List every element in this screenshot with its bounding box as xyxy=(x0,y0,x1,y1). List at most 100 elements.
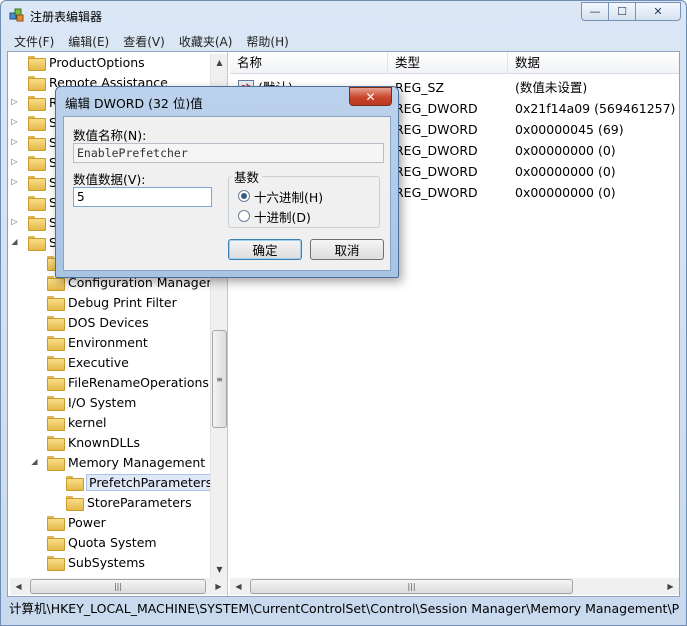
menu-view[interactable]: 查看(V) xyxy=(116,33,172,50)
tree-item[interactable]: ▷ R xyxy=(8,92,58,112)
value-type: REG_DWORD xyxy=(395,185,478,200)
scroll-up-icon[interactable]: ▲ xyxy=(211,54,227,71)
radio-dec-indicator[interactable] xyxy=(238,210,250,222)
expand-arrow-icon[interactable]: ▷ xyxy=(10,217,19,226)
tree-item[interactable]: ◢ S xyxy=(8,232,57,252)
minimize-button[interactable]: — xyxy=(581,2,608,21)
radio-decimal[interactable]: 十进制(D) xyxy=(238,207,311,225)
tree-item[interactable]: SubSystems xyxy=(8,552,145,572)
tree-item-label: Executive xyxy=(68,354,129,370)
folder-icon xyxy=(47,455,65,471)
tree-item-label: Debug Print Filter xyxy=(68,294,177,310)
expand-arrow-icon[interactable]: ▷ xyxy=(10,157,19,166)
maximize-button[interactable]: ☐ xyxy=(608,2,635,21)
tree-item[interactable]: Power xyxy=(8,512,106,532)
tree-item[interactable]: Quota System xyxy=(8,532,157,552)
folder-icon xyxy=(47,555,65,571)
folder-icon xyxy=(47,315,65,331)
title-bar[interactable]: 注册表编辑器 — ☐ ✕ xyxy=(1,1,686,31)
base-label: 基数 xyxy=(231,167,263,186)
value-type: REG_SZ xyxy=(395,80,445,95)
folder-icon xyxy=(28,215,46,231)
tree-item[interactable]: PrefetchParameters xyxy=(8,472,216,492)
list-scroll-right-icon[interactable]: ▶ xyxy=(662,578,679,595)
radio-hex-indicator[interactable] xyxy=(238,190,250,202)
tree-item[interactable]: ▷ S xyxy=(8,152,57,172)
list-header: 名称 类型 数据 xyxy=(230,52,679,74)
scroll-right-icon[interactable]: ▶ xyxy=(210,578,227,595)
tree-item[interactable]: FileRenameOperations xyxy=(8,372,209,392)
folder-icon xyxy=(28,195,46,211)
list-horizontal-scrollbar[interactable]: ◀ ||| ▶ xyxy=(230,578,679,595)
tree-hscroll-thumb[interactable]: ||| xyxy=(30,579,206,594)
expand-arrow-icon[interactable]: ▷ xyxy=(10,177,19,186)
tree-item[interactable]: Debug Print Filter xyxy=(8,292,177,312)
folder-icon xyxy=(28,155,46,171)
ok-button[interactable]: 确定 xyxy=(228,239,302,260)
menu-file[interactable]: 文件(F) xyxy=(7,33,61,50)
scroll-down-icon[interactable]: ▼ xyxy=(211,561,227,578)
tree-horizontal-scrollbar[interactable]: ◀ ||| ▶ xyxy=(10,578,227,595)
folder-icon xyxy=(28,175,46,191)
tree-item[interactable]: ▷ S xyxy=(8,212,57,232)
tree-item-label: KnownDLLs xyxy=(68,434,140,450)
collapse-arrow-icon[interactable]: ◢ xyxy=(10,237,19,246)
dialog-close-button[interactable]: ✕ xyxy=(349,87,392,106)
value-type: REG_DWORD xyxy=(395,164,478,179)
folder-icon xyxy=(47,375,65,391)
collapse-arrow-icon[interactable]: ◢ xyxy=(30,457,39,466)
tree-item-label: Memory Management xyxy=(68,454,206,470)
dialog-body: 数值名称(N): EnablePrefetcher 数值数据(V): 5 基数 … xyxy=(63,116,391,271)
menu-edit[interactable]: 编辑(E) xyxy=(61,33,116,50)
scroll-left-icon[interactable]: ◀ xyxy=(10,578,27,595)
tree-item[interactable]: kernel xyxy=(8,412,107,432)
menu-favorites[interactable]: 收藏夹(A) xyxy=(172,33,240,50)
column-type[interactable]: 类型 xyxy=(388,52,508,74)
tree-item-label: SubSystems xyxy=(68,554,145,570)
menu-help[interactable]: 帮助(H) xyxy=(239,33,295,50)
tree-item[interactable]: ◢ Memory Management xyxy=(8,452,205,472)
column-name[interactable]: 名称 xyxy=(230,52,388,74)
expand-arrow-icon[interactable]: ▷ xyxy=(10,117,19,126)
tree-item[interactable]: DOS Devices xyxy=(8,312,149,332)
close-button[interactable]: ✕ xyxy=(635,2,681,21)
tree-item-label: Environment xyxy=(68,334,148,350)
folder-icon xyxy=(47,515,65,531)
value-data-input[interactable]: 5 xyxy=(73,187,212,207)
tree-item[interactable]: KnownDLLs xyxy=(8,432,140,452)
tree-item[interactable]: Executive xyxy=(8,352,129,372)
tree-item-label: PrefetchParameters xyxy=(85,473,216,491)
value-type: REG_DWORD xyxy=(395,143,478,158)
value-data: 0x00000045 (69) xyxy=(515,122,624,137)
expand-arrow-icon[interactable]: ▷ xyxy=(10,97,19,106)
tree-item[interactable]: ▷ S xyxy=(8,132,57,152)
value-name-label: 数值名称(N): xyxy=(73,128,147,143)
tree-item[interactable]: ProductOptions xyxy=(8,52,145,72)
expand-arrow-icon[interactable]: ▷ xyxy=(10,137,19,146)
cancel-button[interactable]: 取消 xyxy=(310,239,384,260)
caption-buttons: — ☐ ✕ xyxy=(581,2,681,21)
tree-scroll-thumb[interactable]: ≡ xyxy=(212,330,227,428)
radio-hexadecimal[interactable]: 十六进制(H) xyxy=(238,187,323,205)
tree-item-label: Power xyxy=(68,514,106,530)
tree-item[interactable]: ▷ S xyxy=(8,172,57,192)
radio-dec-label: 十进制(D) xyxy=(254,209,311,225)
folder-icon xyxy=(28,115,46,131)
tree-item[interactable]: ▷ S xyxy=(8,112,57,132)
column-data[interactable]: 数据 xyxy=(508,52,679,74)
tree-item[interactable]: I/O System xyxy=(8,392,136,412)
list-hscroll-thumb[interactable]: ||| xyxy=(250,579,573,594)
folder-icon xyxy=(47,295,65,311)
tree-item[interactable]: Environment xyxy=(8,332,148,352)
folder-icon xyxy=(47,395,65,411)
menu-bar: 文件(F) 编辑(E) 查看(V) 收藏夹(A) 帮助(H) xyxy=(7,31,680,51)
tree-item[interactable]: StoreParameters xyxy=(8,492,192,512)
tree-item[interactable]: S xyxy=(8,192,57,212)
dialog-title: 编辑 DWORD (32 位)值 xyxy=(65,96,203,111)
folder-icon xyxy=(66,495,84,511)
tree-item-label: StoreParameters xyxy=(87,494,192,510)
list-scroll-left-icon[interactable]: ◀ xyxy=(230,578,247,595)
window-title: 注册表编辑器 xyxy=(30,10,103,24)
tree-item-label: DOS Devices xyxy=(68,314,149,330)
value-type: REG_DWORD xyxy=(395,122,478,137)
